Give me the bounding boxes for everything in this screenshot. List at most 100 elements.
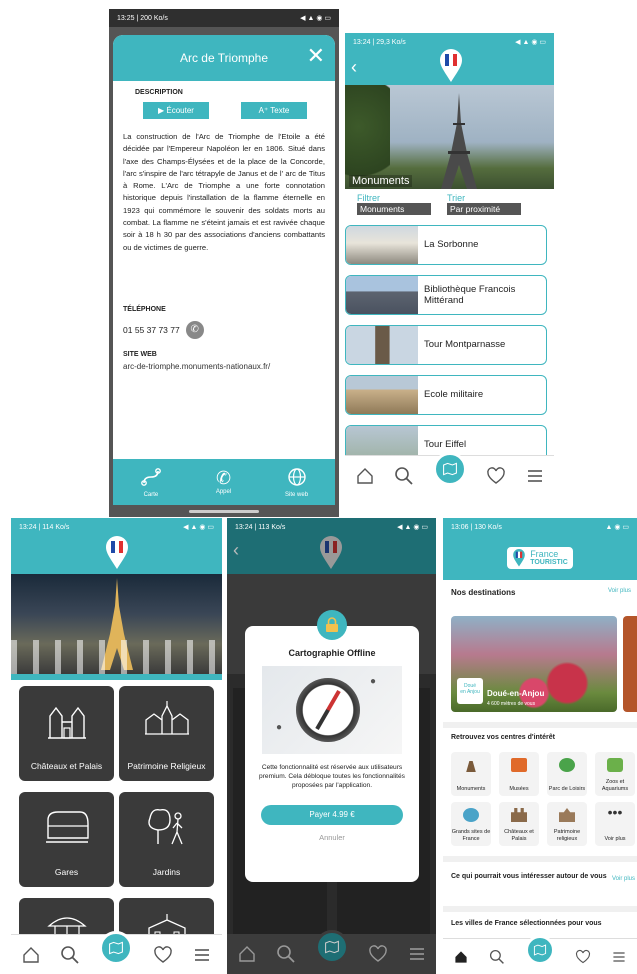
phone-icon[interactable]: ✆	[185, 320, 204, 339]
map-button[interactable]	[314, 930, 349, 964]
home-icon[interactable]	[237, 944, 257, 964]
screen-home: 13:06 | 130 Ko/s ▲ ◉ ▭ France TOURISTIC N…	[443, 518, 637, 974]
menu-icon[interactable]	[407, 944, 427, 964]
category-grid: Châteaux et Palais Patrimoine Religieux …	[11, 680, 222, 974]
eiffel-tower-image	[441, 93, 477, 189]
list-item[interactable]: La Sorbonne	[345, 225, 547, 265]
pay-button[interactable]: Payer 4.99 €	[261, 804, 403, 825]
destinations-see-more[interactable]: Voir plus	[608, 588, 631, 597]
bottom-nav	[345, 451, 554, 495]
modal-title: Cartographie Offline	[288, 648, 376, 658]
hero-image: Monuments	[345, 85, 554, 189]
list-item-label: Tour Eiffel	[424, 439, 467, 451]
france-pin-icon	[106, 536, 128, 569]
brand-line-1: France	[530, 549, 559, 559]
heart-icon[interactable]	[575, 949, 591, 965]
web-action-label: Site web	[285, 491, 309, 498]
poi-label: Musées	[509, 785, 529, 792]
train-icon	[45, 811, 89, 843]
list-item[interactable]: Ecole militaire	[345, 375, 547, 415]
heart-icon[interactable]	[153, 945, 173, 965]
heart-icon[interactable]	[368, 944, 388, 964]
destination-card-next[interactable]	[623, 616, 637, 712]
map-button[interactable]	[525, 934, 555, 965]
category-tile[interactable]: Patrimoine Religieux	[119, 686, 214, 781]
status-time: 13:06 | 130 Ko/s	[451, 523, 502, 531]
list-item[interactable]: Tour Eiffel	[345, 425, 547, 455]
poi-tile[interactable]: Grands sites de France	[451, 802, 491, 846]
filter-label: Filtrer	[357, 193, 380, 203]
menu-icon[interactable]	[525, 466, 545, 486]
home-icon[interactable]	[453, 949, 469, 965]
poi-label: Grands sites de France	[451, 829, 491, 842]
poi-tile[interactable]: Zoos et Aquariums	[595, 752, 635, 796]
section-divider	[443, 856, 637, 862]
search-icon[interactable]	[394, 466, 414, 486]
map-button[interactable]	[99, 930, 134, 965]
search-icon[interactable]	[60, 945, 80, 965]
poi-label: Zoos et Aquariums	[601, 779, 629, 792]
list-item-label: Ecole militaire	[424, 389, 484, 401]
badge-line-2: en Anjou	[460, 688, 480, 695]
map-icon	[109, 941, 124, 954]
phone-value[interactable]: 01 55 37 73 77	[123, 325, 180, 335]
back-icon[interactable]: ‹	[233, 540, 239, 561]
search-icon[interactable]	[489, 949, 505, 965]
poi-tile[interactable]: ••• Voir plus	[595, 802, 635, 846]
status-bar: 13:24 | 113 Ko/s ◀ ▲ ◉ ▭	[227, 518, 436, 536]
poi-label: Voir plus	[604, 835, 626, 842]
section-divider	[443, 906, 637, 912]
around-see-more[interactable]: Voir plus	[612, 876, 635, 882]
web-link[interactable]: arc-de-triomphe.monuments-nationaux.fr/	[123, 362, 325, 371]
screen-offline-modal: 13:24 | 113 Ko/s ◀ ▲ ◉ ▭ ‹ Cartographie O…	[227, 518, 436, 974]
menu-icon[interactable]	[192, 945, 212, 965]
destinations-title: Nos destinations	[451, 588, 516, 597]
home-icon[interactable]	[21, 945, 41, 965]
tree-walker-icon	[147, 808, 183, 845]
poi-tile[interactable]: Châteaux et Palais	[499, 802, 539, 846]
back-icon[interactable]: ‹	[351, 57, 357, 78]
cities-title: Les villes de France sélectionnées pour …	[451, 920, 602, 927]
castle-icon	[47, 706, 86, 739]
category-tile[interactable]: Jardins	[119, 792, 214, 887]
call-action[interactable]: ✆ Appel	[216, 469, 231, 495]
list-item[interactable]: Bibliothèque Francois Mittérand	[345, 275, 547, 315]
close-icon[interactable]: ✕	[307, 45, 325, 67]
category-tile[interactable]: Châteaux et Palais	[19, 686, 114, 781]
brand-logo: France TOURISTIC	[507, 547, 573, 569]
phone-label: TÉLÉPHONE	[123, 305, 166, 313]
around-title: Ce qui pourrait vous intéresser autour d…	[451, 873, 607, 880]
status-time: 13:25 | 200 Ko/s	[117, 14, 168, 22]
map-action[interactable]: Carte	[140, 467, 162, 498]
map-pin-icon: ●	[370, 676, 377, 687]
category-tile[interactable]: Gares	[19, 792, 114, 887]
home-icon[interactable]	[355, 466, 375, 486]
heart-icon[interactable]	[486, 466, 506, 486]
destination-card[interactable]: Doué en Anjou Doué-en-Anjou 4 600 mètres …	[451, 616, 617, 712]
list-item-label: Bibliothèque Francois Mittérand	[424, 283, 516, 306]
list-item[interactable]: Tour Montparnasse	[345, 325, 547, 365]
search-icon[interactable]	[276, 944, 296, 964]
map-button[interactable]	[432, 451, 467, 486]
poi-tile[interactable]: Parc de Loisirs	[547, 752, 587, 796]
map-icon	[442, 462, 457, 475]
poi-tile[interactable]: Musées	[499, 752, 539, 796]
listen-button[interactable]: ▶ Écouter	[143, 102, 209, 119]
bottom-nav	[227, 930, 436, 974]
poi-tile[interactable]: Monuments	[451, 752, 491, 796]
poi-label: Châteaux et Palais	[504, 829, 534, 842]
sort-select[interactable]: Par proximité	[447, 203, 521, 215]
status-time: 13:24 | 29,3 Ko/s	[353, 38, 406, 46]
tree-left	[345, 85, 390, 189]
grand-site-icon	[463, 808, 479, 822]
menu-icon[interactable]	[611, 949, 627, 965]
cancel-button[interactable]: Annuler	[245, 833, 419, 842]
text-button[interactable]: A⁺ Texte	[241, 102, 307, 119]
church-icon	[559, 808, 575, 822]
status-time: 13:24 | 114 Ko/s	[19, 523, 70, 531]
poi-tile[interactable]: Patrimoine religieux	[547, 802, 587, 846]
lock-icon	[326, 617, 338, 632]
map-icon	[324, 940, 339, 954]
web-action[interactable]: Site web	[285, 467, 308, 498]
filter-select[interactable]: Monuments	[357, 203, 431, 215]
